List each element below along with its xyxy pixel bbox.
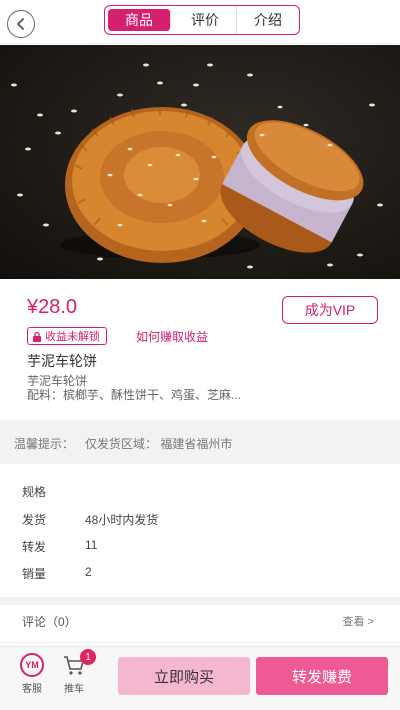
shipping-label: 发货: [22, 513, 47, 527]
lock-icon: [33, 331, 41, 342]
back-button[interactable]: [7, 10, 35, 38]
shipping-value: 48小时内发货: [85, 513, 159, 527]
cart-button[interactable]: 1 推车: [54, 649, 96, 695]
bottom-action-bar: YM 客服 1 推车 立即购买 转发赚费: [0, 646, 400, 710]
shipping-row: 发货 48小时内发货: [0, 511, 400, 531]
tab-reviews[interactable]: 评价: [174, 6, 237, 34]
view-comments-link[interactable]: 查看 >: [343, 613, 374, 629]
product-price: ¥28.0: [27, 296, 78, 318]
sales-row: 销量 2: [0, 565, 400, 585]
top-nav-bar: 商品 评价 介绍: [0, 0, 400, 44]
customer-service-icon: YM: [20, 653, 44, 677]
product-image[interactable]: [0, 45, 400, 279]
become-vip-button[interactable]: 成为VIP: [282, 296, 378, 324]
sales-value: 2: [85, 565, 92, 579]
tab-introduction[interactable]: 介绍: [237, 6, 299, 34]
sales-label: 销量: [22, 567, 47, 581]
section-divider: [0, 597, 400, 605]
customer-service-button[interactable]: YM 客服: [12, 653, 52, 695]
spec-label: 规格: [22, 485, 47, 499]
forward-row: 转发 11: [0, 538, 400, 558]
product-info-table: 规格 发货 48小时内发货 转发 11 销量 2: [0, 470, 400, 596]
tab-bar: 商品 评价 介绍: [104, 5, 300, 35]
earnings-locked-badge: 收益未解锁: [27, 327, 107, 345]
pastry-illustration: [11, 63, 383, 269]
cart-label: 推车: [64, 684, 84, 695]
comments-section[interactable]: 评论（0） 查看 >: [0, 605, 400, 643]
customer-service-label: 客服: [22, 684, 42, 695]
tip-value: 仅发货区域： 福建省福州市: [85, 437, 233, 451]
product-title: 芋泥车轮饼: [27, 353, 97, 369]
product-ingredients: 配料：槟榔芋、酥性饼干、鸡蛋、芝麻...: [27, 388, 242, 402]
comments-title: 评论（0）: [22, 615, 77, 629]
cart-count-badge: 1: [80, 649, 96, 665]
buy-now-button[interactable]: 立即购买: [118, 657, 250, 695]
tab-product[interactable]: 商品: [108, 9, 171, 31]
earnings-locked-label: 收益未解锁: [45, 331, 100, 343]
share-earn-button[interactable]: 转发赚费: [256, 657, 388, 695]
cart-icon-wrap: 1: [62, 649, 96, 677]
forward-value: 11: [85, 538, 98, 552]
chevron-left-icon: [17, 18, 24, 30]
shipping-region-tip: 温馨提示： 仅发货区域： 福建省福州市: [0, 420, 400, 464]
spec-row[interactable]: 规格: [0, 483, 400, 503]
how-to-earn-link[interactable]: 如何赚取收益: [136, 328, 208, 345]
tip-label: 温馨提示：: [14, 437, 75, 451]
forward-label: 转发: [22, 540, 47, 554]
